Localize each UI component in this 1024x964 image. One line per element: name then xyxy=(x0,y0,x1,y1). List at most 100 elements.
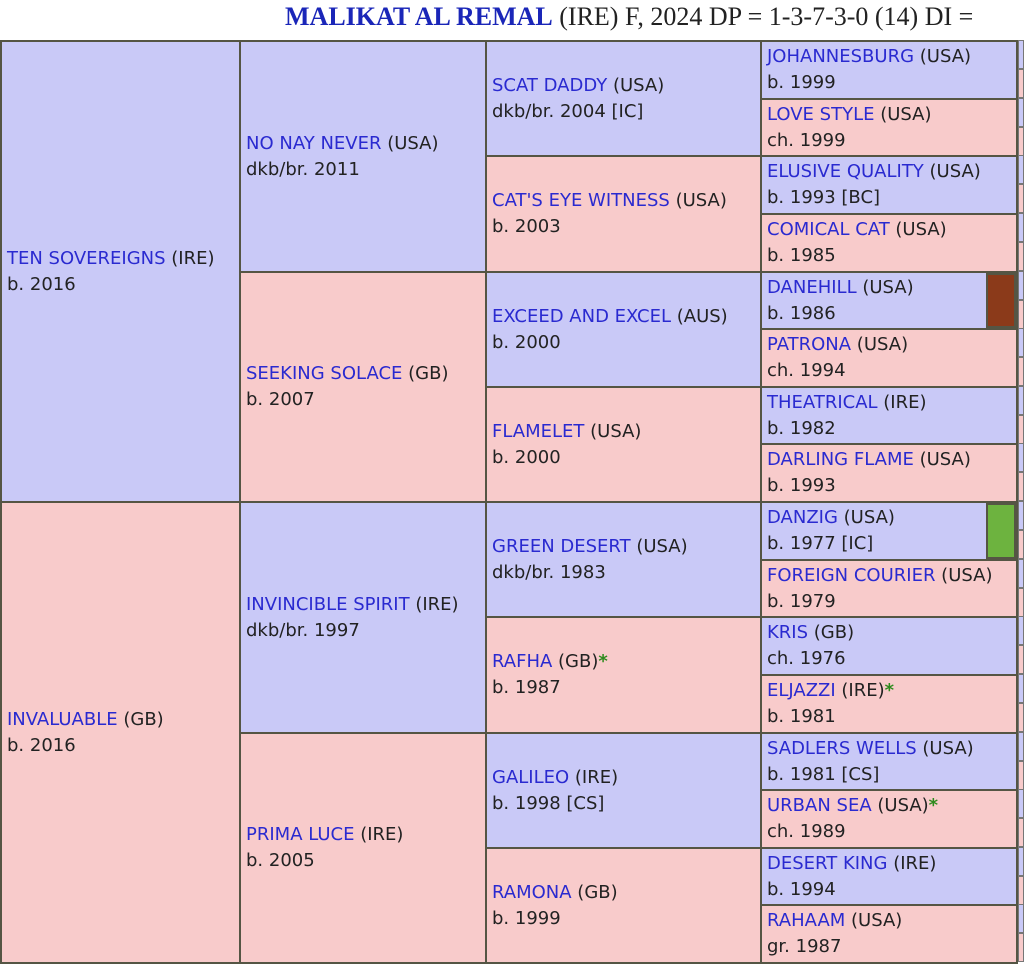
horse-entry: FOREIGN COURIER (USA) b. 1979 xyxy=(762,561,1016,615)
pedigree-cell-2-3: INVINCIBLE SPIRIT (IRE) dkb/br. 1997 xyxy=(239,501,487,734)
horse-info: b. 1999 xyxy=(767,72,836,93)
next-generation-cell-edge xyxy=(1018,127,1024,156)
horse-country: (AUS) xyxy=(671,305,728,327)
next-generation-cell-edge xyxy=(1018,732,1024,761)
title-details: (IRE) F, 2024 DP = 1-3-7-3-0 (14) DI = xyxy=(552,2,974,31)
horse-name-link[interactable]: FOREIGN COURIER xyxy=(767,565,935,586)
pedigree-cell-3-4: FLAMELET (USA) b. 2000 xyxy=(485,386,762,503)
horse-name-link[interactable]: RAFHA xyxy=(492,651,552,672)
horse-name-link[interactable]: GALILEO xyxy=(492,767,569,788)
next-generation-cell-edge xyxy=(1018,472,1024,501)
horse-name-link[interactable]: DESERT KING xyxy=(767,853,887,874)
horse-name-link[interactable]: TEN SOVEREIGNS xyxy=(7,248,166,269)
horse-entry: RAFHA (GB)* b. 1987 xyxy=(487,649,760,701)
horse-name-line: EXCEED AND EXCEL (AUS) xyxy=(492,304,760,330)
horse-name-line: COMICAL CAT (USA) xyxy=(767,217,1016,243)
horse-name-link[interactable]: PATRONA xyxy=(767,334,851,355)
horse-entry: CAT'S EYE WITNESS (USA) b. 2003 xyxy=(487,188,760,240)
horse-entry: ELJAZZI (IRE)* b. 1981 xyxy=(762,676,1016,730)
horse-name-link[interactable]: RAHAAM xyxy=(767,910,845,931)
horse-country: (USA) xyxy=(913,449,971,470)
horse-name-line: TEN SOVEREIGNS (IRE) xyxy=(7,246,239,272)
horse-name-line: FLAMELET (USA) xyxy=(492,419,760,445)
horse-entry: DESERT KING (IRE) b. 1994 xyxy=(762,849,1016,903)
horse-country: (IRE) xyxy=(835,680,885,701)
horse-name-link[interactable]: INVINCIBLE SPIRIT xyxy=(246,594,410,615)
horse-name-link[interactable]: GREEN DESERT xyxy=(492,536,631,557)
next-generation-cell-edge xyxy=(1018,674,1024,703)
horse-name-link[interactable]: JOHANNESBURG xyxy=(767,46,914,67)
next-generation-cell-edge xyxy=(1018,300,1024,329)
horse-name-link[interactable]: LOVE STYLE xyxy=(767,104,874,125)
horse-name-line: SEEKING SOLACE (GB) xyxy=(246,361,485,387)
horse-name-link[interactable]: FLAMELET xyxy=(492,421,584,442)
horse-country: (IRE) xyxy=(569,766,619,788)
horse-name-link[interactable]: ELJAZZI xyxy=(767,680,836,701)
horse-info: b. 1999 xyxy=(492,907,561,929)
horse-info: ch. 1976 xyxy=(767,648,846,669)
horse-name-link[interactable]: SCAT DADDY xyxy=(492,75,607,96)
next-generation-cell-edge xyxy=(1018,155,1024,184)
horse-info: b. 1981 [CS] xyxy=(767,764,880,785)
horse-info: gr. 1987 xyxy=(767,936,842,957)
pedigree-cell-4-14: URBAN SEA (USA)* ch. 1989 xyxy=(760,789,1018,849)
horse-name-link[interactable]: DANEHILL xyxy=(767,277,857,298)
horse-country: (GB) xyxy=(117,708,164,730)
pedigree-cell-3-5: GREEN DESERT (USA) dkb/br. 1983 xyxy=(485,501,762,618)
horse-info: b. 1979 xyxy=(767,591,836,612)
horse-country: (USA) xyxy=(914,46,972,67)
horse-info: b. 1977 [IC] xyxy=(767,533,874,554)
horse-entry: NO NAY NEVER (USA) dkb/br. 2011 xyxy=(241,131,485,183)
horse-name-link[interactable]: PRIMA LUCE xyxy=(246,824,354,845)
horse-name-line: DANEHILL (USA) xyxy=(767,275,1016,301)
horse-name-link[interactable]: THEATRICAL xyxy=(767,392,878,413)
horse-entry: ELUSIVE QUALITY (USA) b. 1993 [BC] xyxy=(762,157,1016,211)
horse-country: (USA) xyxy=(607,74,665,96)
pedigree-title: MALIKAT AL REMAL (IRE) F, 2024 DP = 1-3-… xyxy=(285,2,973,32)
pedigree-cell-4-11: KRIS (GB) ch. 1976 xyxy=(760,616,1018,676)
horse-name-line: INVALUABLE (GB) xyxy=(7,707,239,733)
horse-name-line: URBAN SEA (USA)* xyxy=(767,793,1016,819)
horse-name-link[interactable]: CAT'S EYE WITNESS xyxy=(492,190,670,211)
horse-name-link[interactable]: COMICAL CAT xyxy=(767,219,890,240)
horse-name-link[interactable]: KRIS xyxy=(767,622,808,643)
next-generation-cell-edge xyxy=(1018,357,1024,386)
pedigree-cell-4-6: PATRONA (USA) ch. 1994 xyxy=(760,328,1018,388)
horse-entry: URBAN SEA (USA)* ch. 1989 xyxy=(762,791,1016,845)
horse-country: (USA) xyxy=(851,334,909,355)
horse-name-line: ELJAZZI (IRE)* xyxy=(767,678,1016,704)
horse-entry: THEATRICAL (IRE) b. 1982 xyxy=(762,388,1016,442)
horse-name-link[interactable]: DANZIG xyxy=(767,507,838,528)
horse-name-line: ELUSIVE QUALITY (USA) xyxy=(767,159,1016,185)
horse-name-link[interactable]: SEEKING SOLACE xyxy=(246,363,402,384)
horse-name-line: GALILEO (IRE) xyxy=(492,765,760,791)
horse-name-line: SCAT DADDY (USA) xyxy=(492,73,760,99)
pedigree-cell-2-2: SEEKING SOLACE (GB) b. 2007 xyxy=(239,271,487,503)
horse-info: ch. 1994 xyxy=(767,360,846,381)
horse-country: (USA) xyxy=(669,190,727,211)
horse-name-link[interactable]: INVALUABLE xyxy=(7,709,118,730)
horse-name-link[interactable]: EXCEED AND EXCEL xyxy=(492,306,671,327)
horse-info: ch. 1999 xyxy=(767,130,846,151)
horse-country: (IRE) xyxy=(409,593,459,615)
horse-name-line: DARLING FLAME (USA) xyxy=(767,447,1016,473)
next-generation-cell-edge xyxy=(1018,501,1024,530)
horse-name-line: RAMONA (GB) xyxy=(492,880,760,906)
horse-name-link[interactable]: SADLERS WELLS xyxy=(767,738,917,759)
pedigree-cell-3-2: CAT'S EYE WITNESS (USA) b. 2003 xyxy=(485,155,762,273)
horse-name-line: SADLERS WELLS (USA) xyxy=(767,736,1016,762)
horse-name-link[interactable]: NO NAY NEVER xyxy=(246,133,381,154)
horse-info: b. 1987 xyxy=(492,677,561,698)
horse-name-link[interactable]: ELUSIVE QUALITY xyxy=(767,161,924,182)
horse-country: (USA) xyxy=(923,161,981,182)
horse-entry: COMICAL CAT (USA) b. 1985 xyxy=(762,215,1016,269)
next-generation-cell-edge xyxy=(1018,271,1024,300)
horse-name-link[interactable]: URBAN SEA xyxy=(767,795,872,816)
next-generation-cell-edge xyxy=(1018,184,1024,213)
horse-name-link[interactable]: MALIKAT AL REMAL xyxy=(285,2,553,31)
horse-name-link[interactable]: RAMONA xyxy=(492,882,572,903)
horse-name-link[interactable]: DARLING FLAME xyxy=(767,449,914,470)
next-generation-cell-edge xyxy=(1018,645,1024,674)
horse-country: (USA) xyxy=(889,219,947,240)
next-generation-cell-edge xyxy=(1018,213,1024,242)
